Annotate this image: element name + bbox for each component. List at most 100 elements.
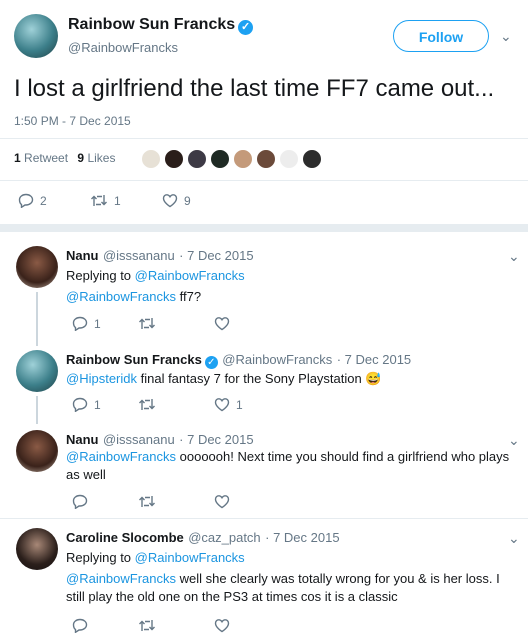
liker-avatar[interactable]	[302, 149, 322, 169]
section-separator	[0, 224, 528, 232]
reply-date[interactable]: · 7 Dec 2015	[179, 248, 253, 263]
retweets-label[interactable]: Retweet	[24, 151, 68, 165]
reply-date[interactable]: · 7 Dec 2015	[337, 352, 411, 367]
heart-icon	[214, 398, 230, 412]
reply-action[interactable]: 1	[72, 397, 101, 412]
reply-display-name[interactable]: Nanu	[66, 248, 99, 263]
author-avatar[interactable]	[14, 14, 58, 58]
reply-body: ff7?	[176, 289, 202, 304]
chevron-down-icon[interactable]: ⌄	[508, 530, 520, 547]
like-action[interactable]	[214, 494, 230, 509]
thread-line	[36, 396, 38, 424]
reply-count: 1	[94, 397, 101, 412]
reply-text: @Hipsteridk final fantasy 7 for the Sony…	[66, 370, 516, 388]
reply-handle[interactable]: @RainbowFrancks	[222, 352, 332, 367]
replying-to-prefix: Replying to	[66, 550, 132, 565]
replying-to-prefix: Replying to	[66, 268, 132, 283]
reply-header: Nanu @isssananu · 7 Dec 2015	[66, 247, 254, 265]
reply-display-name[interactable]: Rainbow Sun Francks	[66, 352, 202, 367]
retweet-icon	[139, 620, 155, 631]
chevron-down-icon[interactable]: ⌄	[500, 28, 512, 45]
retweet-action[interactable]	[138, 316, 156, 331]
reply-action[interactable]	[72, 494, 88, 509]
reply-handle[interactable]: @caz_patch	[188, 530, 260, 545]
reply-icon	[18, 193, 34, 208]
verified-icon: ✓	[238, 20, 254, 35]
reply-text: @RainbowFrancks well she clearly was tot…	[66, 570, 516, 606]
reply-avatar[interactable]	[16, 350, 58, 392]
retweet-action[interactable]	[138, 494, 156, 509]
reply-display-name[interactable]: Caroline Slocombe	[66, 530, 184, 545]
reply-handle[interactable]: @isssananu	[103, 248, 175, 263]
retweets-count[interactable]: 1	[14, 151, 21, 165]
reply-date[interactable]: · 7 Dec 2015	[179, 432, 253, 447]
reply-text: @RainbowFrancks ooooooh! Next time you s…	[66, 448, 516, 484]
replying-to-line: Replying to @RainbowFrancks	[66, 549, 245, 567]
retweet-action[interactable]	[138, 618, 156, 633]
reply-icon	[72, 397, 88, 412]
mention-link[interactable]: @RainbowFrancks	[66, 571, 176, 586]
retweet-action[interactable]	[138, 397, 156, 412]
reply-date[interactable]: · 7 Dec 2015	[265, 530, 339, 545]
reply-action[interactable]: 1	[72, 316, 101, 331]
liker-avatar[interactable]	[210, 149, 230, 169]
chevron-down-icon[interactable]: ⌄	[508, 248, 520, 265]
like-action[interactable]	[214, 316, 230, 331]
divider	[0, 138, 528, 139]
retweet-icon	[139, 318, 155, 329]
liker-avatar[interactable]	[279, 149, 299, 169]
like-action[interactable]: 1	[214, 397, 243, 412]
divider	[0, 518, 528, 519]
heart-icon	[162, 194, 178, 208]
grinning-sweat-emoji: 😅	[365, 371, 382, 386]
thread-line	[36, 292, 38, 346]
reply-icon	[72, 494, 88, 509]
follow-button[interactable]: Follow	[393, 20, 489, 52]
author-name-row[interactable]: Rainbow Sun Francks ✓	[68, 16, 254, 35]
mention-link[interactable]: @RainbowFrancks	[66, 289, 176, 304]
chevron-down-icon[interactable]: ⌄	[508, 432, 520, 449]
reply-avatar[interactable]	[16, 246, 58, 288]
mention-link[interactable]: @RainbowFrancks	[66, 449, 176, 464]
verified-icon: ✓	[204, 356, 218, 369]
stats-row: 1 Retweet 9 Likes	[14, 151, 115, 165]
likes-count[interactable]: 9	[77, 151, 84, 165]
heart-icon	[214, 317, 230, 331]
like-count: 1	[236, 397, 243, 412]
tweet-text: I lost a girlfriend the last time FF7 ca…	[14, 75, 495, 102]
author-handle[interactable]: @RainbowFrancks	[68, 40, 178, 55]
like-count: 9	[184, 193, 191, 208]
divider	[0, 180, 528, 181]
reply-header: Caroline Slocombe @caz_patch · 7 Dec 201…	[66, 529, 340, 547]
reply-count: 2	[40, 193, 47, 208]
reply-action[interactable]	[72, 618, 88, 633]
like-action[interactable]: 9	[162, 193, 191, 208]
reply-icon	[72, 618, 88, 633]
retweet-count: 1	[114, 193, 121, 208]
like-action[interactable]	[214, 618, 230, 633]
reply-display-name[interactable]: Nanu	[66, 432, 99, 447]
liker-avatar[interactable]	[141, 149, 161, 169]
reply-text: @RainbowFrancks ff7?	[66, 288, 516, 306]
tweet-timestamp[interactable]: 1:50 PM - 7 Dec 2015	[14, 114, 131, 128]
reply-header: Nanu @isssananu · 7 Dec 2015	[66, 431, 254, 449]
liker-avatar[interactable]	[187, 149, 207, 169]
mention-link[interactable]: @Hipsteridk	[66, 371, 137, 386]
replying-to-line: Replying to @RainbowFrancks	[66, 267, 245, 285]
retweet-icon	[91, 195, 107, 206]
reply-count: 1	[94, 316, 101, 331]
liker-avatar[interactable]	[233, 149, 253, 169]
liker-avatar[interactable]	[164, 149, 184, 169]
retweet-action[interactable]: 1	[90, 193, 121, 208]
reply-handle[interactable]: @isssananu	[103, 432, 175, 447]
reply-avatar[interactable]	[16, 430, 58, 472]
likes-label[interactable]: Likes	[87, 151, 115, 165]
liker-avatar[interactable]	[256, 149, 276, 169]
author-display-name[interactable]: Rainbow Sun Francks	[68, 16, 235, 33]
replying-to-link[interactable]: @RainbowFrancks	[135, 268, 245, 283]
reply-action[interactable]: 2	[18, 193, 47, 208]
heart-icon	[214, 495, 230, 509]
reply-body: final fantasy 7 for the Sony Playstation	[137, 371, 362, 386]
replying-to-link[interactable]: @RainbowFrancks	[135, 550, 245, 565]
reply-avatar[interactable]	[16, 528, 58, 570]
